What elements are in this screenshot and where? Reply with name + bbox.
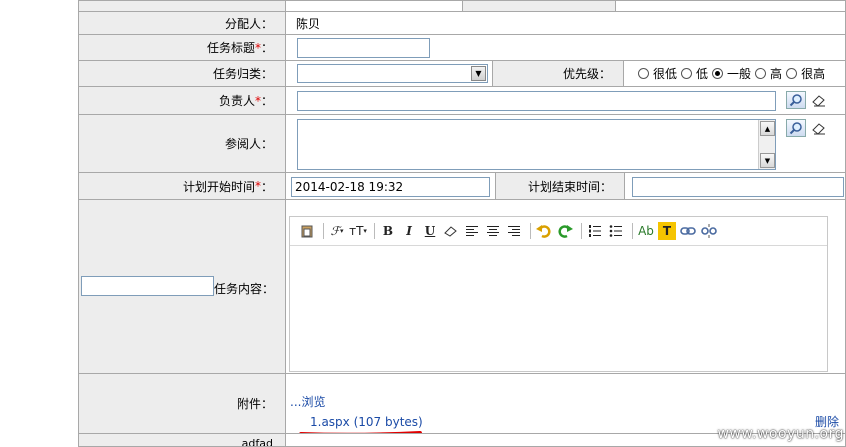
end-time-input[interactable] <box>632 177 844 197</box>
chevron-down-icon: ▾ <box>339 227 344 235</box>
end-time-cell <box>624 172 846 200</box>
readers-scrollbar[interactable]: ▲ ▼ <box>758 120 775 169</box>
attachment-cell: ...浏览 1.aspx (107 bytes) 删除 <box>285 373 846 437</box>
owner-label-colon: ： <box>260 94 273 108</box>
priority-option-very-high[interactable]: 很高 <box>786 65 825 82</box>
toolbar-separator <box>374 223 375 239</box>
readers-label: 参阅人： <box>78 114 286 173</box>
font-family-icon[interactable]: ℱ ▾ <box>328 222 346 240</box>
priority-option-label: 很低 <box>653 67 678 81</box>
title-cell <box>285 34 846 61</box>
title-label-colon: ： <box>260 41 273 55</box>
underline-icon[interactable]: U <box>421 222 439 240</box>
end-time-label: 计划结束时间： <box>495 172 625 200</box>
content-label-cell: 任务内容： <box>78 199 286 374</box>
clear-owner-button[interactable] <box>811 93 829 109</box>
link-icon[interactable] <box>679 222 697 240</box>
category-label: 任务归类： <box>78 60 286 87</box>
next-row-label: adfad <box>78 433 286 447</box>
ordered-list-icon[interactable] <box>586 222 604 240</box>
start-time-label-text: 计划开始时间 <box>182 179 255 194</box>
align-center-icon[interactable] <box>484 222 502 240</box>
magnifier-icon <box>789 94 802 107</box>
eraser-icon <box>812 95 825 107</box>
content-cell: ℱ ▾ тT ▾ B I U Ab T <box>285 199 846 374</box>
priority-option-normal[interactable]: 一般 <box>712 65 751 82</box>
search-reader-button[interactable] <box>786 119 806 137</box>
category-select[interactable]: ▼ <box>297 64 488 83</box>
radio-icon[interactable] <box>681 68 693 79</box>
undo-icon[interactable] <box>535 222 553 240</box>
font-color-icon[interactable]: Ab <box>637 222 655 240</box>
title-label: 任务标题 *： <box>78 34 286 61</box>
readers-cell: ▲ ▼ <box>285 114 846 173</box>
radio-icon[interactable] <box>638 68 649 79</box>
align-right-icon[interactable] <box>505 222 523 240</box>
priority-option-label: 一般 <box>727 67 752 81</box>
next-row-label-text: adfad <box>241 437 273 447</box>
bold-icon[interactable]: B <box>379 222 397 240</box>
editor-toolbar: ℱ ▾ тT ▾ B I U Ab T <box>290 217 827 246</box>
browse-link[interactable]: ...浏览 <box>290 393 325 410</box>
priority-option-label: 低 <box>696 67 709 81</box>
priority-option-label: 高 <box>770 67 783 81</box>
scroll-down-icon[interactable]: ▼ <box>760 153 775 168</box>
start-time-input[interactable]: 2014-02-18 19:32 <box>291 177 490 197</box>
priority-option-high[interactable]: 高 <box>755 65 782 82</box>
toolbar-separator <box>323 223 324 239</box>
redo-icon[interactable] <box>556 222 574 240</box>
start-time-label-colon: ： <box>260 179 273 194</box>
rich-text-editor[interactable]: ℱ ▾ тT ▾ B I U Ab T <box>289 216 828 372</box>
size-glyph: тT <box>349 224 364 238</box>
category-cell: ▼ <box>285 60 493 87</box>
font-size-icon[interactable]: тT ▾ <box>349 222 367 240</box>
unordered-list-icon[interactable] <box>607 222 625 240</box>
priority-options: 很低 低 一般 高 很高 <box>623 60 846 87</box>
editor-body[interactable] <box>290 247 827 371</box>
priority-option-very-low[interactable]: 很低 <box>638 65 677 82</box>
start-time-label: 计划开始时间 *： <box>78 172 286 200</box>
font-glyph: ℱ <box>330 224 340 238</box>
owner-cell <box>285 86 846 115</box>
radio-selected-icon[interactable] <box>712 68 724 79</box>
title-input[interactable] <box>297 38 430 58</box>
owner-input[interactable] <box>297 91 776 111</box>
priority-option-low[interactable]: 低 <box>681 65 708 82</box>
eraser-icon[interactable] <box>442 222 460 240</box>
start-time-cell: 2014-02-18 19:32 <box>285 172 496 200</box>
content-title-input[interactable] <box>81 276 214 296</box>
radio-icon[interactable] <box>755 68 767 79</box>
readers-textarea[interactable]: ▲ ▼ <box>297 119 776 170</box>
magnifier-icon <box>789 122 802 135</box>
scroll-up-icon[interactable]: ▲ <box>760 121 775 136</box>
chevron-down-icon[interactable]: ▼ <box>471 66 486 81</box>
toolbar-separator <box>581 223 582 239</box>
paste-icon[interactable] <box>298 222 316 240</box>
owner-label: 负责人 *： <box>78 86 286 115</box>
attachment-label: 附件： <box>78 373 286 434</box>
attachment-file-link[interactable]: 1.aspx (107 bytes) <box>310 415 423 429</box>
chevron-down-icon: ▾ <box>363 227 367 235</box>
assigner-name: 陈贝 <box>296 16 321 31</box>
owner-label-text: 负责人 <box>218 94 255 108</box>
italic-icon[interactable]: I <box>400 222 418 240</box>
priority-option-label: 很高 <box>801 67 826 81</box>
content-label: 任务内容： <box>214 282 275 296</box>
unlink-icon[interactable] <box>700 222 718 240</box>
highlight-color-icon[interactable]: T <box>658 222 676 240</box>
eraser-icon <box>812 123 825 135</box>
priority-label: 优先级： <box>492 60 624 87</box>
clear-readers-button[interactable] <box>811 121 829 137</box>
toolbar-separator <box>632 223 633 239</box>
watermark: www.wooyun.org <box>717 426 844 442</box>
radio-icon[interactable] <box>786 68 798 79</box>
assigner-value: 陈贝 <box>285 11 846 35</box>
assigner-label: 分配人： <box>78 11 286 35</box>
align-left-icon[interactable] <box>463 222 481 240</box>
toolbar-separator <box>530 223 531 239</box>
title-label-text: 任务标题 <box>206 41 255 55</box>
search-user-button[interactable] <box>786 91 806 109</box>
